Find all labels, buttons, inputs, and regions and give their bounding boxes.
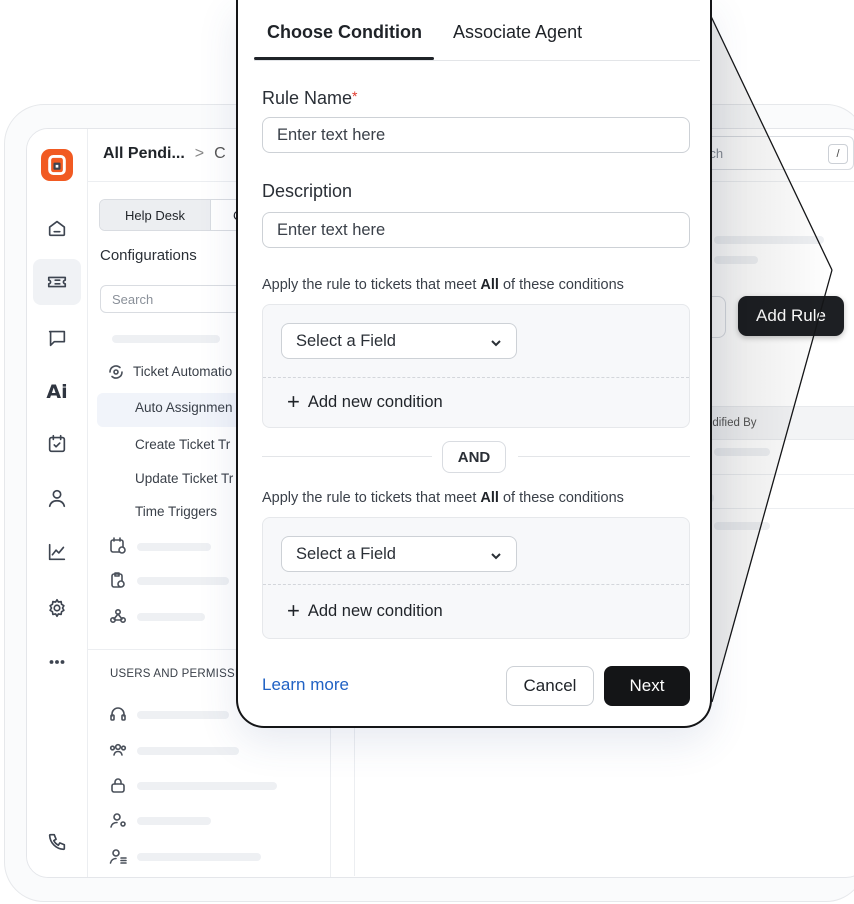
add-rule-button[interactable]: Add Rule (738, 296, 844, 336)
plus-icon: + (287, 598, 300, 623)
description-input[interactable]: Enter text here (262, 212, 690, 248)
ai-label: Ai (46, 381, 68, 403)
placeholder-bar (137, 747, 239, 755)
task-icon[interactable] (33, 421, 81, 467)
dashed-divider (263, 584, 689, 585)
modal-tabs: Choose Condition Associate Agent (254, 22, 700, 61)
sidebar-item-auto-assignment[interactable]: Auto Assignmen (135, 400, 233, 415)
condition-text-pre: Apply the rule to tickets that meet (262, 490, 481, 506)
breadcrumb-item-next[interactable]: C (214, 145, 226, 162)
table-row-divider (700, 508, 854, 509)
placeholder-bar (137, 782, 277, 790)
placeholder-bar (137, 613, 205, 621)
placeholder-bar (137, 577, 229, 585)
condition-text-bold: All (480, 277, 499, 293)
tab-associate-agent[interactable]: Associate Agent (453, 22, 582, 43)
placeholder-bar (137, 543, 211, 551)
chevron-down-icon (490, 548, 502, 560)
plus-icon: + (287, 389, 300, 414)
sidebar-title: Configurations (100, 247, 197, 264)
logo-icon[interactable] (41, 149, 73, 181)
cancel-button[interactable]: Cancel (506, 666, 594, 706)
automation-icon (107, 363, 125, 381)
ticket-icon[interactable] (33, 259, 81, 305)
learn-more-link[interactable]: Learn more (262, 675, 349, 695)
team-icon[interactable] (109, 741, 127, 759)
content-divider (354, 720, 355, 876)
next-button[interactable]: Next (604, 666, 690, 706)
more-icon[interactable] (33, 639, 81, 685)
ai-icon[interactable]: Ai (33, 369, 81, 415)
placeholder-bar (714, 448, 770, 456)
add-new-condition-button[interactable]: + Add new condition (287, 600, 443, 622)
chevron-down-icon (490, 335, 502, 347)
chart-icon[interactable] (33, 529, 81, 575)
placeholder-bar (714, 522, 770, 530)
select-field-label: Select a Field (296, 331, 396, 350)
breadcrumb-item[interactable]: All Pendi... (103, 145, 185, 162)
user-icon[interactable] (33, 475, 81, 521)
rule-modal: Choose Condition Associate Agent Rule Na… (236, 0, 712, 728)
column-modified-by: odified By (706, 417, 757, 429)
settings-icon[interactable] (33, 585, 81, 631)
condition-text-post: of these conditions (498, 277, 624, 293)
condition-group-1: Select a Field + Add new condition (262, 304, 690, 428)
section-label-users-permissions: USERS AND PERMISSIO (110, 668, 248, 680)
placeholder-bar (137, 853, 261, 861)
segment-help-desk[interactable]: Help Desk (100, 200, 211, 230)
select-field-label: Select a Field (296, 544, 396, 563)
active-tab-indicator (254, 57, 434, 60)
search-shortcut-key: / (828, 144, 848, 164)
rule-name-input[interactable]: Enter text here (262, 117, 690, 153)
dashed-divider (263, 377, 689, 378)
condition-text-bold: All (480, 490, 499, 506)
condition-group-2: Select a Field + Add new condition (262, 517, 690, 639)
lock-icon[interactable] (109, 776, 127, 794)
placeholder-bar (137, 711, 229, 719)
and-operator-button[interactable]: AND (442, 441, 506, 473)
condition-text-pre: Apply the rule to tickets that meet (262, 277, 481, 293)
description-label: Description (262, 181, 353, 201)
icon-rail: Ai (27, 129, 88, 877)
tab-choose-condition[interactable]: Choose Condition (267, 22, 422, 43)
rule-name-label: Rule Name* (262, 88, 358, 109)
breadcrumb-separator: > (194, 145, 205, 162)
placeholder-bar (714, 236, 824, 244)
select-field-dropdown[interactable]: Select a Field (281, 536, 517, 572)
add-condition-label: Add new condition (307, 392, 443, 411)
breadcrumb: All Pendi... > C (103, 145, 226, 163)
placeholder-bar (137, 817, 211, 825)
sidebar-item-create-ticket-triggers[interactable]: Create Ticket Tr (135, 437, 230, 452)
placeholder-bar (714, 256, 758, 264)
webhook-icon[interactable] (109, 607, 127, 625)
headset-icon[interactable] (109, 705, 127, 723)
condition-instruction-1: Apply the rule to tickets that meet All … (262, 277, 624, 293)
home-icon[interactable] (33, 205, 81, 251)
condition-instruction-2: Apply the rule to tickets that meet All … (262, 490, 624, 506)
sidebar-group-ticket-automation[interactable]: Ticket Automatio (133, 364, 232, 379)
sidebar-item-time-triggers[interactable]: Time Triggers (135, 504, 217, 519)
sidebar-item-update-ticket-triggers[interactable]: Update Ticket Tr (135, 471, 233, 486)
rule-name-label-text: Rule Name (262, 88, 353, 108)
and-divider-right (518, 456, 690, 457)
user-list-icon[interactable] (109, 847, 127, 865)
select-field-dropdown[interactable]: Select a Field (281, 323, 517, 359)
condition-text-post: of these conditions (498, 490, 624, 506)
required-mark: * (352, 88, 358, 104)
phone-icon[interactable] (33, 819, 81, 865)
table-row-divider (700, 474, 854, 475)
user-settings-icon[interactable] (109, 811, 127, 829)
and-divider-left (262, 456, 432, 457)
add-condition-label: Add new condition (307, 601, 443, 620)
placeholder-bar (112, 335, 220, 343)
calendar-clock-icon[interactable] (109, 537, 127, 555)
clipboard-clock-icon[interactable] (109, 571, 127, 589)
add-new-condition-button[interactable]: + Add new condition (287, 391, 443, 413)
chat-icon[interactable] (33, 315, 81, 361)
